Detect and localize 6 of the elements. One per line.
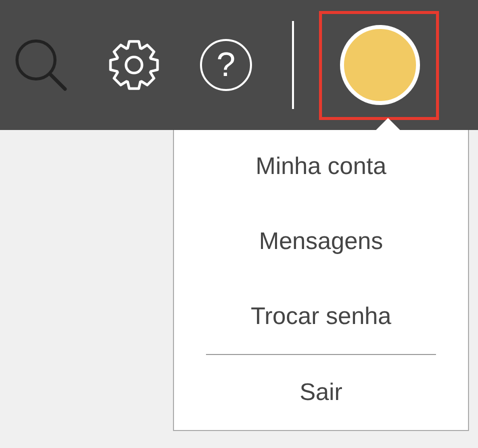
menu-item[interactable]: Sair (300, 376, 342, 410)
settings-icon[interactable] (107, 38, 161, 92)
help-icon[interactable]: ? (200, 39, 252, 91)
menu-item[interactable]: Trocar senha (250, 300, 392, 334)
menu-item[interactable]: Mensagens (258, 225, 384, 259)
menu-item[interactable]: Minha conta (256, 150, 386, 184)
